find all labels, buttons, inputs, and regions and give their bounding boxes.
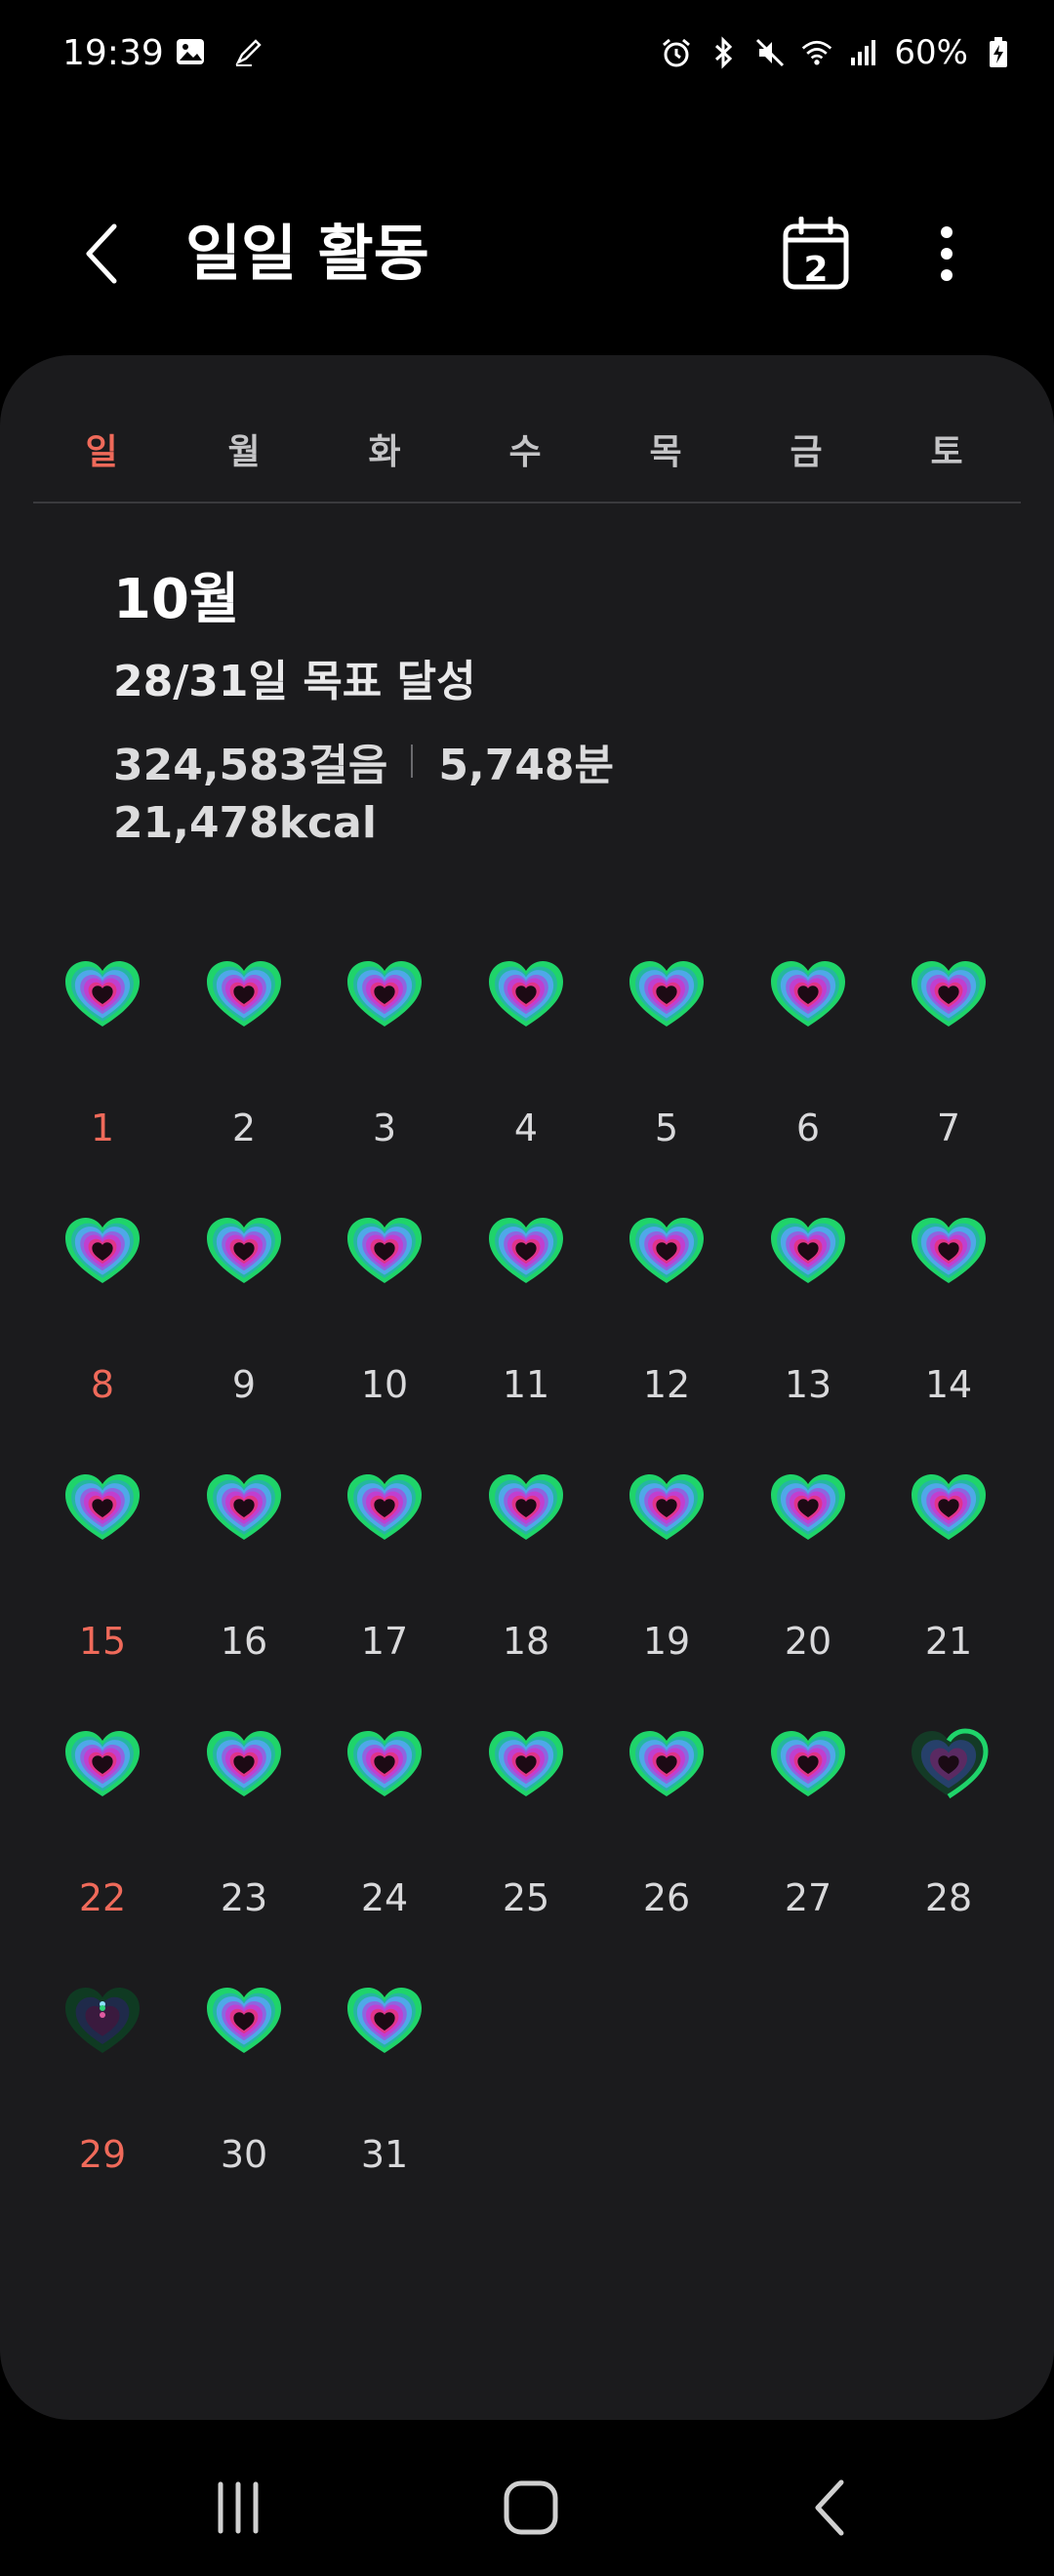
day-number: 8: [90, 1363, 115, 1406]
day-number: 23: [220, 1876, 268, 1919]
activity-heart-icon[interactable]: [203, 1213, 285, 1295]
day-number: 29: [78, 2133, 127, 2176]
activity-heart-icon[interactable]: [61, 1469, 143, 1551]
activity-heart-icon[interactable]: [767, 1726, 849, 1808]
day-number: 16: [220, 1620, 268, 1663]
image-icon: [174, 35, 207, 68]
activity-heart-icon[interactable]: [61, 1983, 143, 2065]
activity-heart-icon[interactable]: [61, 1213, 143, 1295]
activity-heart-icon[interactable]: [344, 956, 426, 1038]
day-number: 26: [642, 1876, 691, 1919]
activity-heart-icon[interactable]: [908, 1726, 990, 1808]
mute-icon: [753, 36, 787, 69]
monthly-activity-card: 일 월 화 수 목 금 토 10월 28/31일 목표 달성 324,583걸음…: [0, 355, 1054, 2420]
activity-heart-icon[interactable]: [203, 1469, 285, 1551]
day-number: 22: [78, 1876, 127, 1919]
day-number: 2: [231, 1107, 257, 1149]
activity-heart-icon[interactable]: [203, 956, 285, 1038]
activity-heart-icon[interactable]: [344, 1726, 426, 1808]
day-number: 25: [502, 1876, 550, 1919]
activity-heart-icon[interactable]: [485, 1213, 567, 1295]
day-number: 21: [924, 1620, 973, 1663]
day-number: 3: [372, 1107, 397, 1149]
calendar-day-number: 2: [803, 250, 829, 290]
navigation-bar: [0, 2430, 1054, 2576]
activity-heart-icon[interactable]: [767, 1213, 849, 1295]
activity-heart-icon[interactable]: [485, 1469, 567, 1551]
wifi-icon: [800, 36, 833, 69]
day-number: 31: [360, 2133, 409, 2176]
status-time: 19:39: [62, 33, 164, 73]
activity-heart-icon[interactable]: [908, 1469, 990, 1551]
day-number: 6: [795, 1107, 821, 1149]
day-number: 30: [220, 2133, 268, 2176]
day-number: 17: [360, 1620, 409, 1663]
activity-heart-icon[interactable]: [626, 1213, 708, 1295]
activity-heart-icon[interactable]: [344, 1469, 426, 1551]
day-number: 12: [642, 1363, 691, 1406]
day-number: 7: [936, 1107, 961, 1149]
more-vertical-icon: [941, 226, 953, 281]
status-bar: 19:39 60%: [0, 0, 1054, 112]
day-number: 15: [78, 1620, 127, 1663]
chevron-left-icon: [86, 223, 117, 284]
day-number: 5: [654, 1107, 679, 1149]
pen-icon: [232, 35, 265, 68]
day-number: 11: [502, 1363, 550, 1406]
back-nav-icon: [815, 2479, 844, 2536]
back-nav-button[interactable]: [771, 2469, 888, 2547]
more-options-button[interactable]: [917, 215, 976, 293]
day-number: 13: [784, 1363, 832, 1406]
day-number: 14: [924, 1363, 973, 1406]
battery-percent: 60%: [894, 33, 968, 72]
day-number: 4: [513, 1107, 539, 1149]
activity-heart-icon[interactable]: [626, 1469, 708, 1551]
day-number: 9: [231, 1363, 257, 1406]
home-icon: [504, 2480, 558, 2535]
day-number: 27: [784, 1876, 832, 1919]
activity-heart-icon[interactable]: [344, 1213, 426, 1295]
activity-heart-icon[interactable]: [485, 956, 567, 1038]
activity-heart-icon[interactable]: [626, 1726, 708, 1808]
activity-heart-icon[interactable]: [908, 1213, 990, 1295]
day-number: 24: [360, 1876, 409, 1919]
activity-heart-icon[interactable]: [908, 956, 990, 1038]
page-title: 일일 활동: [185, 218, 429, 289]
day-number: 19: [642, 1620, 691, 1663]
day-number: 10: [360, 1363, 409, 1406]
activity-heart-icon[interactable]: [61, 956, 143, 1038]
back-button[interactable]: [68, 215, 137, 293]
day-number: 1: [90, 1107, 115, 1149]
recent-apps-button[interactable]: [180, 2469, 297, 2547]
alarm-icon: [660, 36, 693, 69]
activity-heart-icon[interactable]: [485, 1726, 567, 1808]
calendar-grid: 1 2 3 4 5 6 7 8 9 10 11 12 13 14 15 16 17 18 19 20 21 22 23 24 2…: [0, 355, 1054, 2176]
activity-heart-icon[interactable]: [203, 1983, 285, 2065]
activity-heart-icon[interactable]: [767, 956, 849, 1038]
activity-heart-icon[interactable]: [767, 1469, 849, 1551]
activity-heart-icon[interactable]: [626, 956, 708, 1038]
activity-heart-icon[interactable]: [61, 1726, 143, 1808]
calendar-button[interactable]: 2: [771, 207, 861, 304]
battery-charging-icon: [982, 36, 1015, 69]
home-button[interactable]: [472, 2469, 589, 2547]
activity-heart-icon[interactable]: [344, 1983, 426, 2065]
bluetooth-icon: [707, 36, 740, 69]
activity-heart-icon[interactable]: [203, 1726, 285, 1808]
signal-icon: [847, 36, 880, 69]
recent-apps-icon: [218, 2481, 259, 2534]
app-bar: 일일 활동 2: [0, 195, 1054, 312]
day-number: 18: [502, 1620, 550, 1663]
day-number: 28: [924, 1876, 973, 1919]
day-number: 20: [784, 1620, 832, 1663]
